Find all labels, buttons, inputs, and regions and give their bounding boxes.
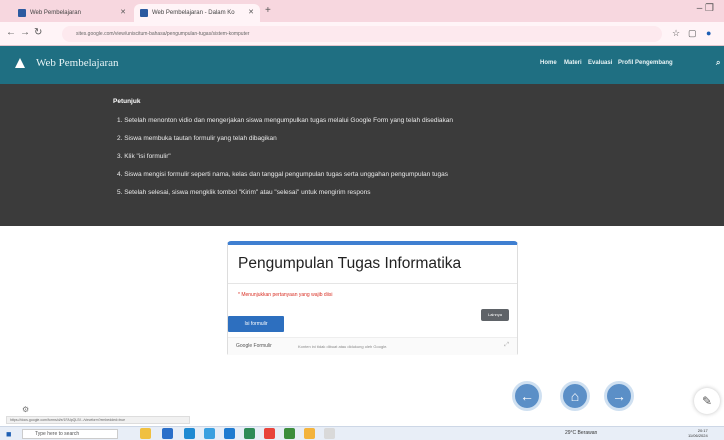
close-tab-icon[interactable]: ✕: [120, 8, 126, 16]
windows-start-icon[interactable]: ■: [6, 429, 11, 439]
site-favicon-icon: [18, 9, 26, 17]
browser-tab-bar: Web Pembelajaran ✕ Web Pembelajaran - Da…: [0, 0, 724, 22]
profile-icon[interactable]: ●: [706, 28, 711, 38]
link-status-bar: https://docs.google.com/forms/d/e/1FAIpQ…: [6, 416, 190, 424]
app-icon[interactable]: [244, 428, 255, 439]
new-tab-button[interactable]: +: [265, 5, 271, 16]
forward-arrow-icon[interactable]: →: [20, 27, 30, 38]
home-icon: ⌂: [570, 388, 580, 404]
taskbar-clock[interactable]: 20:17 11/06/2024: [688, 428, 708, 438]
status-url: https://docs.google.com/forms/d/e/1FAIpQ…: [10, 418, 126, 422]
clock-date: 11/06/2024: [688, 433, 708, 438]
required-note: * Menunjukkan pertanyaan yang wajib diis…: [238, 292, 333, 298]
nav-materi[interactable]: Materi: [564, 60, 582, 66]
previous-page-button[interactable]: ←: [512, 381, 542, 411]
taskbar-search-input[interactable]: Type here to search: [22, 429, 118, 439]
bookmark-star-icon[interactable]: ☆: [672, 28, 680, 39]
instruction-step: 3. Klik "isi formulir": [117, 153, 171, 160]
browser-tab-label: Web Pembelajaran - Dalam Ko: [152, 10, 235, 16]
edit-button[interactable]: ✎: [694, 388, 720, 414]
site-favicon-icon: [140, 9, 148, 17]
form-disclaimer: Konten ini tidak dibuat atau didukung ol…: [298, 344, 388, 349]
reload-icon[interactable]: ↻: [34, 27, 42, 38]
browser-tab-2[interactable]: Web Pembelajaran - Dalam Ko ✕: [134, 4, 260, 22]
pencil-icon: ✎: [701, 394, 713, 408]
arrow-right-icon: →: [612, 388, 626, 404]
site-logo-icon[interactable]: [14, 57, 26, 69]
reading-list-icon[interactable]: ▢: [688, 28, 697, 39]
form-title: Pengumpulan Tugas Informatika: [238, 255, 462, 272]
app-icon[interactable]: [224, 428, 235, 439]
app-icon[interactable]: [204, 428, 215, 439]
site-header: Web Pembelajaran Home Materi Evaluasi Pr…: [0, 46, 724, 84]
nav-evaluasi[interactable]: Evaluasi: [588, 60, 612, 66]
app-icon[interactable]: [284, 428, 295, 439]
site-title[interactable]: Web Pembelajaran: [36, 57, 119, 69]
instruction-step: 2. Siswa membuka tautan formulir yang te…: [117, 135, 277, 142]
expand-icon[interactable]: ⤢: [504, 342, 509, 349]
address-bar-row: ← → ↻ sites.google.com/view/uniscitum-ba…: [0, 22, 724, 46]
app-icon[interactable]: [184, 428, 195, 439]
app-icon[interactable]: [264, 428, 275, 439]
close-tab-icon[interactable]: ✕: [248, 8, 254, 16]
url-field[interactable]: sites.google.com/view/uniscitum-bahasa/p…: [62, 26, 662, 42]
browser-tab-label: Web Pembelajaran: [30, 10, 81, 16]
arrow-left-icon: ←: [520, 388, 534, 404]
next-page-button[interactable]: →: [604, 381, 634, 411]
weather-status[interactable]: 29°C Berawan: [565, 430, 597, 436]
home-button[interactable]: ⌂: [560, 381, 590, 411]
instruction-step: 5. Setelah selesai, siswa mengklik tombo…: [117, 189, 371, 196]
app-icon[interactable]: [140, 428, 151, 439]
app-icon[interactable]: [324, 428, 335, 439]
nav-home[interactable]: Home: [540, 60, 557, 66]
instruction-step: 4. Siswa mengisi formulir seperti nama, …: [117, 171, 448, 178]
window-controls[interactable]: – ❐: [697, 3, 714, 14]
instruction-step: 1. Setelah menonton vidio dan mengerjaka…: [117, 117, 454, 124]
app-icon[interactable]: [304, 428, 315, 439]
back-arrow-icon[interactable]: ←: [6, 27, 16, 38]
form-divider: [228, 283, 517, 284]
fill-form-button[interactable]: Isi formulir: [228, 316, 284, 332]
app-icon[interactable]: [162, 428, 173, 439]
taskbar-search-text: Type here to search: [35, 431, 80, 437]
url-text: sites.google.com/view/uniscitum-bahasa/p…: [76, 31, 250, 37]
search-icon[interactable]: ⌕: [716, 58, 720, 68]
browser-tab-1[interactable]: Web Pembelajaran ✕: [12, 4, 132, 22]
more-button[interactable]: Lainnya: [481, 309, 509, 321]
os-taskbar: ■ Type here to search 29°C Berawan 20:17…: [0, 426, 724, 440]
embedded-google-form: Pengumpulan Tugas Informatika * Menunjuk…: [227, 241, 518, 355]
settings-icon[interactable]: ⚙: [22, 405, 29, 414]
google-forms-brand[interactable]: Google Formulir: [236, 343, 272, 349]
nav-profil-pengembang[interactable]: Profil Pengembang: [618, 60, 673, 66]
instructions-heading: Petunjuk: [113, 98, 141, 105]
form-footer: Google Formulir Konten ini tidak dibuat …: [228, 337, 517, 355]
instructions-panel: Petunjuk 1. Setelah menonton vidio dan m…: [0, 84, 724, 226]
